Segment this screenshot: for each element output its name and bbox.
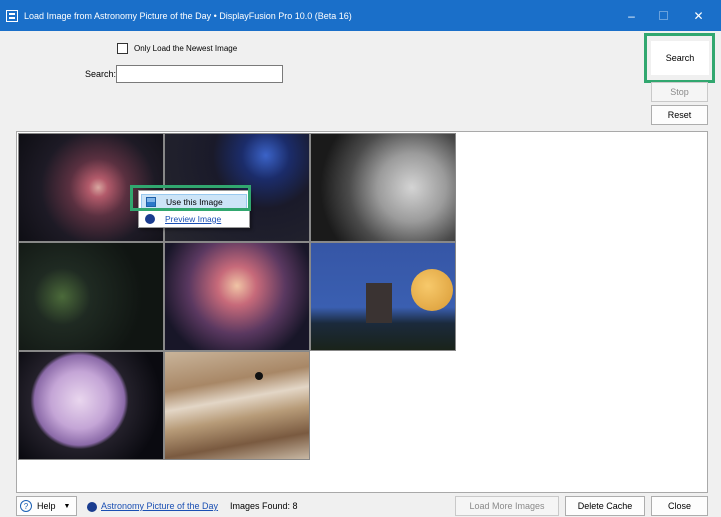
help-label: Help: [37, 501, 56, 511]
images-found-count: Images Found: 8: [230, 501, 298, 511]
newest-only-label: Only Load the Newest Image: [134, 44, 238, 53]
minimize-button[interactable]: –: [614, 0, 649, 31]
moon-shape: [411, 269, 453, 311]
search-button[interactable]: Search: [651, 41, 709, 75]
thumbnail-comet[interactable]: [18, 242, 164, 351]
delete-cache-button[interactable]: Delete Cache: [565, 496, 645, 516]
stop-button[interactable]: Stop: [651, 82, 708, 102]
thumbnail-moon[interactable]: [310, 133, 456, 242]
thumbnail-jupiter-infrared[interactable]: [18, 351, 164, 460]
newest-only-option[interactable]: Only Load the Newest Image: [117, 43, 237, 54]
newest-only-checkbox[interactable]: [117, 43, 128, 54]
menu-item-preview-image[interactable]: Preview Image: [141, 211, 247, 226]
load-more-button[interactable]: Load More Images: [455, 496, 559, 516]
maximize-icon: [659, 11, 668, 20]
thumbnail-jupiter-bands[interactable]: [164, 351, 310, 460]
menu-highlight: [130, 185, 251, 211]
footer: ? Help ▼ Astronomy Picture of the Day Im…: [0, 495, 721, 517]
close-button[interactable]: Close: [651, 496, 708, 516]
menu-item-label: Preview Image: [165, 213, 222, 224]
app-icon: [6, 9, 18, 22]
dropdown-caret-icon: ▼: [63, 502, 71, 510]
close-window-button[interactable]: ✕: [681, 0, 716, 31]
reset-button[interactable]: Reset: [651, 105, 708, 125]
thumbnail-castle-moon[interactable]: [310, 242, 456, 351]
title-bar: Load Image from Astronomy Picture of the…: [0, 0, 721, 31]
window-title: Load Image from Astronomy Picture of the…: [24, 10, 352, 21]
nasa-logo-icon: [87, 502, 97, 512]
search-input[interactable]: [116, 65, 283, 83]
help-icon: ?: [20, 500, 32, 512]
image-grid: [16, 131, 708, 493]
maximize-button[interactable]: [646, 0, 681, 31]
help-button[interactable]: ? Help ▼: [16, 496, 77, 516]
apod-link[interactable]: Astronomy Picture of the Day: [101, 501, 218, 511]
search-label: Search:: [85, 69, 117, 79]
castle-shape: [366, 283, 392, 323]
moon-shadow: [255, 372, 263, 380]
thumbnail-stephans-quintet[interactable]: [164, 242, 310, 351]
nasa-icon: [145, 213, 155, 224]
dialog-window: Load Image from Astronomy Picture of the…: [0, 0, 721, 517]
